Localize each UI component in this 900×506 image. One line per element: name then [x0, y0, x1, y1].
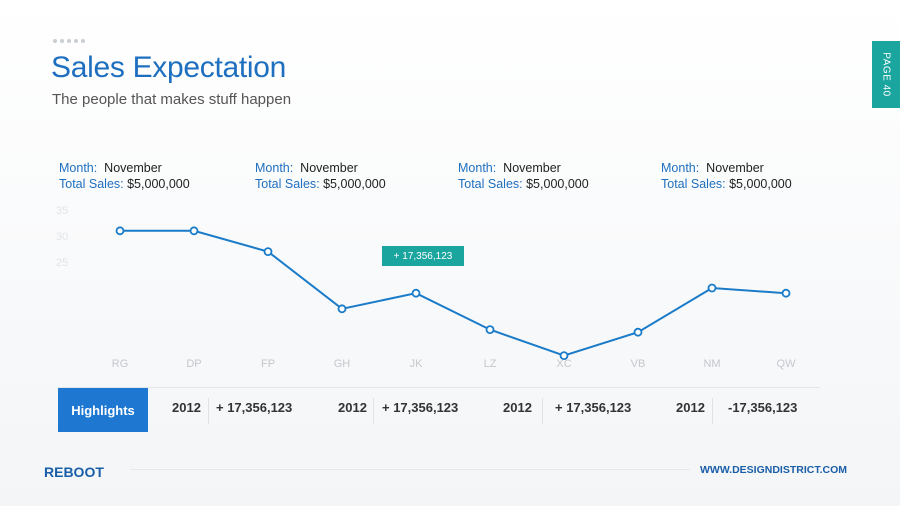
x-tick-label: GH	[334, 358, 351, 370]
data-point[interactable]	[115, 226, 125, 236]
x-tick-label: DP	[186, 358, 201, 370]
highlight-separator	[542, 398, 543, 424]
x-tick-label: FP	[261, 358, 275, 370]
x-tick-label: VB	[631, 358, 646, 370]
highlights-button[interactable]: Highlights	[58, 388, 148, 432]
brand-logo: REBOOT	[44, 464, 104, 480]
highlight-year: 2012	[676, 400, 705, 415]
footer-divider	[130, 469, 690, 470]
data-point[interactable]	[189, 226, 199, 236]
x-tick-label: RG	[112, 358, 129, 370]
highlight-year: 2012	[172, 400, 201, 415]
y-tick-label: 25	[56, 257, 68, 269]
data-point[interactable]	[263, 247, 273, 257]
highlight-year: 2012	[503, 400, 532, 415]
x-tick-label: QW	[777, 358, 797, 370]
highlight-value: + 17,356,123	[555, 400, 632, 415]
highlight-value: + 17,356,123	[216, 400, 293, 415]
y-tick-label: 35	[56, 205, 68, 217]
data-point[interactable]	[411, 288, 421, 298]
data-point[interactable]	[781, 288, 791, 298]
highlight-separator	[712, 398, 713, 424]
highlights-divider	[58, 387, 820, 388]
x-tick-label: JK	[410, 358, 424, 370]
x-tick-label: NM	[703, 358, 720, 370]
value-callout: + 17,356,123	[382, 246, 464, 266]
data-point[interactable]	[633, 327, 643, 337]
y-tick-label: 30	[56, 231, 68, 243]
website-link[interactable]: WWW.DESIGNDISTRICT.COM	[700, 464, 847, 476]
x-tick-label: XC	[556, 358, 571, 370]
highlight-year: 2012	[338, 400, 367, 415]
highlight-value: -17,356,123	[728, 400, 798, 415]
highlight-value: + 17,356,123	[382, 400, 459, 415]
data-point[interactable]	[707, 283, 717, 293]
x-tick-label: LZ	[484, 358, 497, 370]
highlight-separator	[373, 398, 374, 424]
data-point[interactable]	[485, 325, 495, 335]
data-point[interactable]	[337, 304, 347, 314]
highlight-separator	[208, 398, 209, 424]
